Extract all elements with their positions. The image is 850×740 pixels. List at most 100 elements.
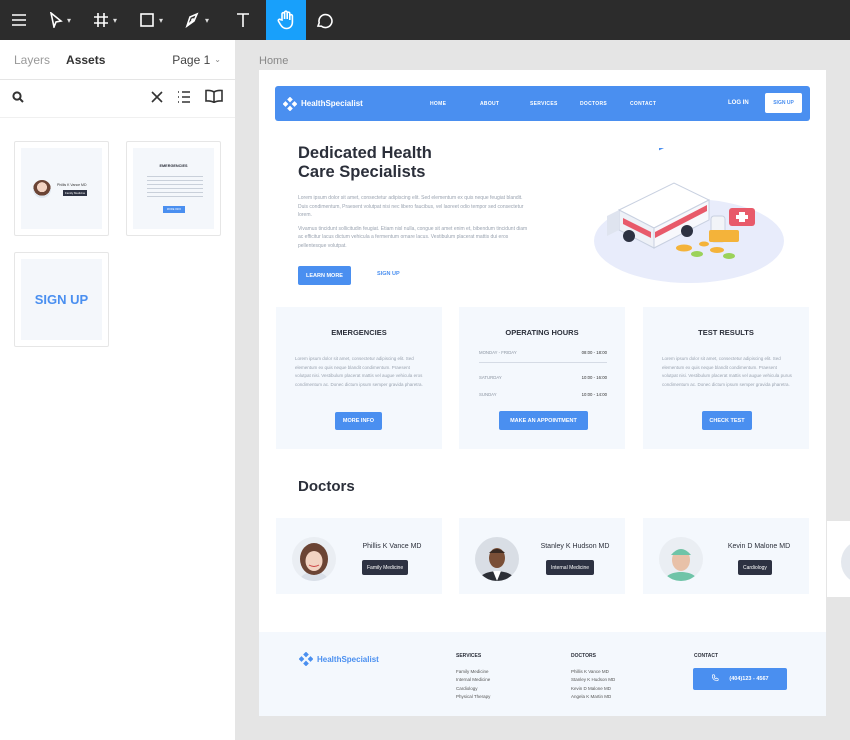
chevron-down-icon: ⌄ [214,55,221,64]
hours-day: SATURDAY [479,375,502,380]
hero-title: Dedicated Health Care Specialists [298,144,498,182]
asset-doctor-card[interactable]: Phillis K Vance MD Family Medicine [14,141,109,236]
hours-row: MONDAY - FRIDAY 08:00 - 18:00 [479,350,607,355]
avatar [475,537,519,581]
hours-row: SATURDAY 10:00 - 16:00 [479,375,607,380]
search-icon[interactable] [12,90,24,108]
toolbar: ▾ ▾ ▾ ▾ [0,0,850,40]
page-selector[interactable]: Page 1 ⌄ [172,53,221,67]
footer-heading: CONTACT [694,653,719,659]
footer-link[interactable]: Cardiology [456,685,490,694]
move-tool-icon[interactable]: ▾ [38,0,82,40]
asset-search-row [0,80,235,118]
card-title: OPERATING HOURS [505,328,579,337]
asset-card-text [147,176,203,198]
home-frame[interactable]: HealthSpecialist HOME ABOUT SERVICES DOC… [259,70,826,716]
card-test-results: TEST RESULTS Lorem ipsum dolor sit amet,… [643,307,809,449]
more-info-button[interactable]: MORE INFO [335,412,382,430]
asset-card-button: MORE INFO [163,206,185,213]
card-text: Lorem ipsum dolor sit amet, consectetur … [662,356,792,387]
avatar [292,537,336,581]
nav-link-about[interactable]: ABOUT [480,101,530,107]
hours-day: MONDAY - FRIDAY [479,350,517,355]
card-operating-hours: OPERATING HOURS MONDAY - FRIDAY 08:00 - … [459,307,625,449]
phone-icon [711,674,720,684]
make-appointment-button[interactable]: MAKE AN APPOINTMENT [499,411,588,430]
offscreen-doctor-card[interactable] [827,521,850,597]
avatar [841,540,850,584]
doctor-card[interactable]: Stanley K Hudson MD Internal Medicine [459,518,625,594]
hand-tool-icon[interactable] [266,0,306,40]
footer-contact: CONTACT [694,652,718,668]
footer-link[interactable]: Physical Therapy [456,693,490,702]
nav-link-contact[interactable]: CONTACT [630,101,680,107]
doctor-name: Stanley K Hudson MD [540,543,610,550]
nav-signup-button[interactable]: SIGN UP [765,93,802,113]
hero-title-line1: Dedicated Health [298,144,432,162]
logo-icon [283,96,297,111]
hero-signup-link[interactable]: SIGN UP [377,271,400,277]
hours-day: SUNDAY [479,392,497,397]
canvas[interactable]: Home HealthSpecialist HOME ABOUT SERVICE… [236,40,850,740]
frame-label[interactable]: Home [259,55,288,67]
tab-layers[interactable]: Layers [14,53,50,67]
site-logo[interactable]: HealthSpecialist [283,96,363,111]
hours-time: 10:00 - 16:00 [581,375,607,380]
phone-button[interactable]: (404)123 - 4567 [693,668,787,690]
library-icon[interactable] [205,89,223,108]
text-tool-icon[interactable] [220,0,266,40]
footer-logo[interactable]: HealthSpecialist [299,652,379,666]
footer-services: SERVICES Family Medicine Internal Medici… [456,652,490,702]
comment-icon[interactable] [306,0,342,40]
hero-title-line2: Care Specialists [298,163,426,181]
panel-tabs: Layers Assets Page 1 ⌄ [0,40,235,80]
assets-panel: Layers Assets Page 1 ⌄ Phillis K Vance M… [0,40,236,740]
list-view-icon[interactable] [177,90,191,108]
asset-signup-button[interactable]: SIGN UP [14,252,109,347]
doctor-name: Kevin D Malone MD [727,543,791,550]
footer-brand: HealthSpecialist [317,654,379,664]
footer-link[interactable]: Angela K Martin MD [571,693,615,702]
login-link[interactable]: LOG IN [728,100,749,106]
shape-tool-icon[interactable]: ▾ [128,0,174,40]
footer-link[interactable]: Family Medicine [456,668,490,677]
menu-icon[interactable] [0,0,38,40]
frame-tool-icon[interactable]: ▾ [82,0,128,40]
ambulance-illustration [594,148,784,283]
card-title: EMERGENCIES [331,328,387,337]
hero-paragraph-2: Vivamus tincidunt sollicitudin feugiat. … [298,225,528,249]
page-label: Page 1 [172,52,211,67]
hero-text: Lorem ipsum dolor sit amet, consectetur … [298,194,528,250]
brand-name: HealthSpecialist [301,99,363,108]
footer-link[interactable]: Phillis K Vance MD [571,668,615,677]
footer-doctors: DOCTORS Phillis K Vance MD Stanley K Hud… [571,652,615,702]
learn-more-button[interactable]: LEARN MORE [298,266,351,285]
doctor-specialty: Cardiology [738,560,772,575]
nav-link-home[interactable]: HOME [430,101,480,107]
doctor-name: Phillis K Vance MD [362,543,422,550]
card-text: Lorem ipsum dolor sit amet, consectetur … [295,356,423,387]
footer-link[interactable]: Internal Medicine [456,676,490,685]
tab-assets[interactable]: Assets [66,53,105,67]
hero-paragraph-1: Lorem ipsum dolor sit amet, consectetur … [298,195,524,218]
site-navbar: HealthSpecialist HOME ABOUT SERVICES DOC… [275,86,810,121]
doctor-card[interactable]: Kevin D Malone MD Cardiology [643,518,809,594]
doctor-specialty: Internal Medicine [546,560,595,575]
avatar [33,180,51,198]
logo-icon [299,652,313,666]
nav-link-services[interactable]: SERVICES [530,101,580,107]
pen-tool-icon[interactable]: ▾ [174,0,220,40]
card-emergencies: EMERGENCIES Lorem ipsum dolor sit amet, … [276,307,442,449]
footer-link[interactable]: Kevin D Malone MD [571,685,615,694]
hours-row: SUNDAY 10:00 - 14:00 [479,392,607,397]
site-footer: HealthSpecialist SERVICES Family Medicin… [259,632,826,716]
asset-signup-label: SIGN UP [34,292,89,307]
footer-link[interactable]: Stanley K Hudson MD [571,676,615,685]
doctor-card[interactable]: Phillis K Vance MD Family Medicine [276,518,442,594]
doctors-heading: Doctors [298,478,355,495]
hours-time: 10:00 - 14:00 [581,392,607,397]
check-test-button[interactable]: CHECK TEST [702,411,752,430]
nav-link-doctors[interactable]: DOCTORS [580,101,630,107]
asset-emergency-card[interactable]: EMERGENCIES MORE INFO [126,141,221,236]
close-icon[interactable] [151,90,163,108]
